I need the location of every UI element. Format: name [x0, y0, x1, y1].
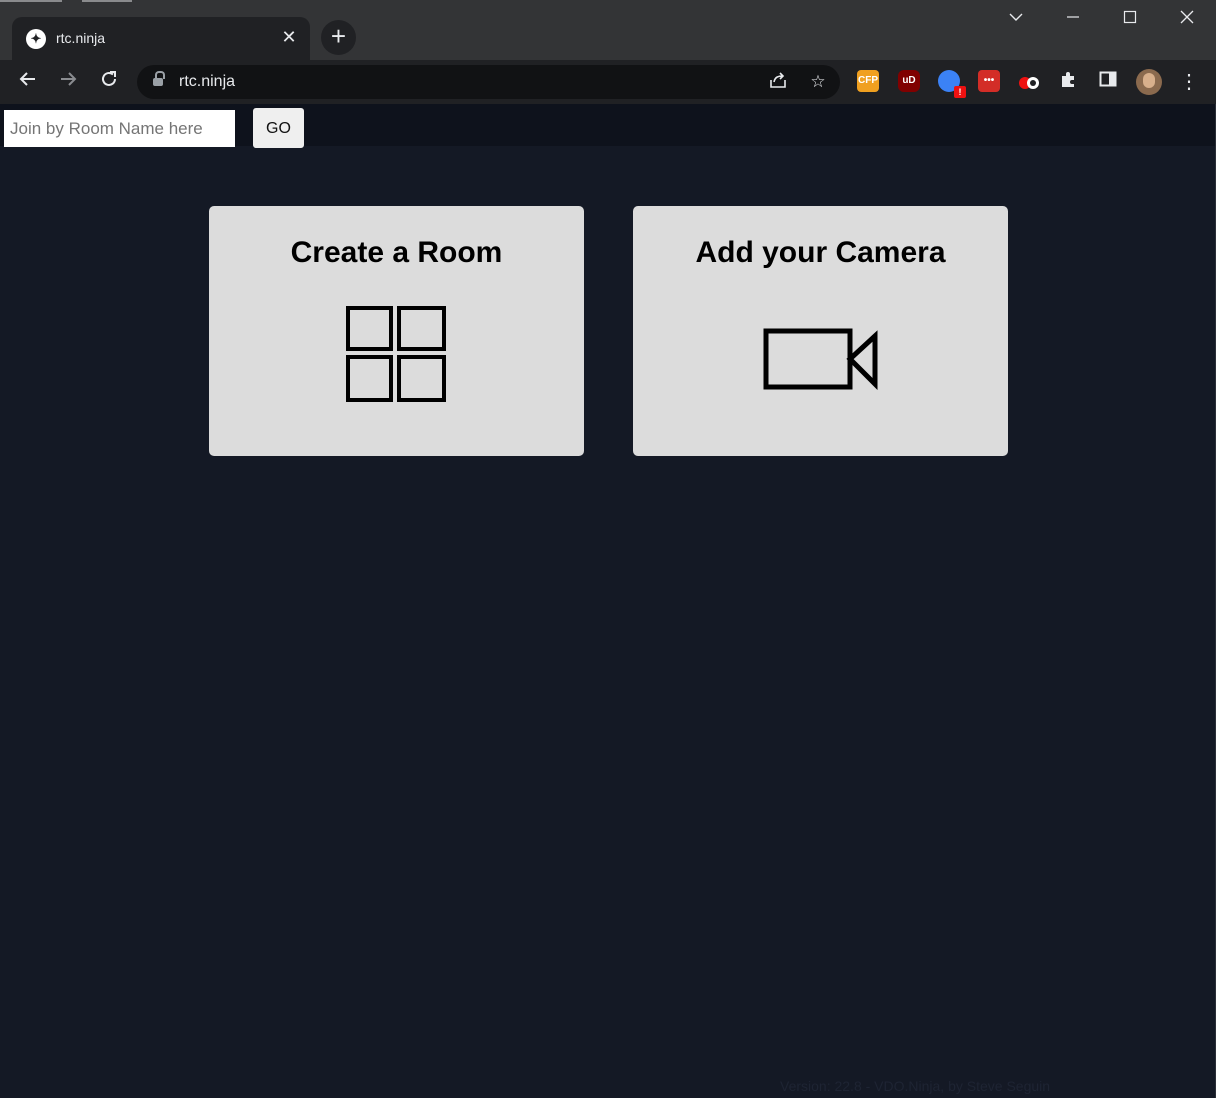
version-footer: Version: 22.8 - VDO.Ninja, by Steve Segu… — [780, 1078, 1051, 1094]
ninja-star-icon: ✦ — [26, 29, 46, 49]
back-icon[interactable] — [13, 67, 43, 97]
lock-icon[interactable] — [153, 71, 165, 86]
create-room-card[interactable]: Create a Room — [209, 206, 584, 456]
tab-close-icon[interactable]: ✕ — [278, 26, 300, 48]
browser-tab[interactable]: ✦ rtc.ninja ✕ — [12, 17, 310, 60]
url-text: rtc.ninja — [179, 73, 236, 90]
video-camera-icon — [763, 328, 878, 390]
profile-avatar[interactable] — [1136, 69, 1162, 95]
browser-toolbar: rtc.ninja ☆ CFP uD ! ••• ⋮ — [0, 60, 1216, 104]
blue-extension-icon[interactable]: ! — [938, 70, 966, 98]
add-camera-card[interactable]: Add your Camera — [633, 206, 1008, 456]
grid-icon — [346, 306, 446, 402]
kebab-menu-icon[interactable]: ⋮ — [1174, 67, 1204, 97]
top-mark — [0, 0, 62, 2]
chevron-down-icon[interactable] — [996, 6, 1036, 34]
room-name-input[interactable] — [4, 110, 235, 147]
go-button[interactable]: GO — [253, 108, 304, 148]
minimize-icon[interactable] — [1053, 6, 1093, 34]
add-camera-title: Add your Camera — [695, 236, 946, 269]
cfp-extension-icon[interactable]: CFP — [857, 70, 879, 92]
maximize-icon[interactable] — [1110, 6, 1150, 34]
address-bar[interactable]: rtc.ninja ☆ — [137, 65, 840, 99]
plus-icon: + — [330, 21, 347, 51]
browser-title-bar: ✦ rtc.ninja ✕ + — [0, 0, 1216, 60]
bookmark-star-icon[interactable]: ☆ — [806, 70, 830, 94]
close-icon[interactable] — [1167, 6, 1207, 34]
side-panel-icon[interactable] — [1093, 67, 1123, 97]
lastpass-extension-icon[interactable]: ••• — [978, 70, 1000, 92]
extension-badge: ! — [954, 86, 966, 98]
reload-icon[interactable] — [94, 67, 124, 97]
chat-extension-icon[interactable] — [1018, 70, 1040, 92]
share-icon[interactable] — [766, 70, 790, 94]
create-room-title: Create a Room — [290, 236, 503, 269]
ublock-extension-icon[interactable]: uD — [898, 70, 920, 92]
top-mark — [82, 0, 132, 2]
tab-title: rtc.ninja — [56, 30, 106, 46]
puzzle-icon[interactable] — [1054, 67, 1084, 97]
forward-icon[interactable] — [53, 67, 83, 97]
new-tab-button[interactable]: + — [321, 20, 356, 55]
join-bar: GO — [0, 104, 1216, 148]
